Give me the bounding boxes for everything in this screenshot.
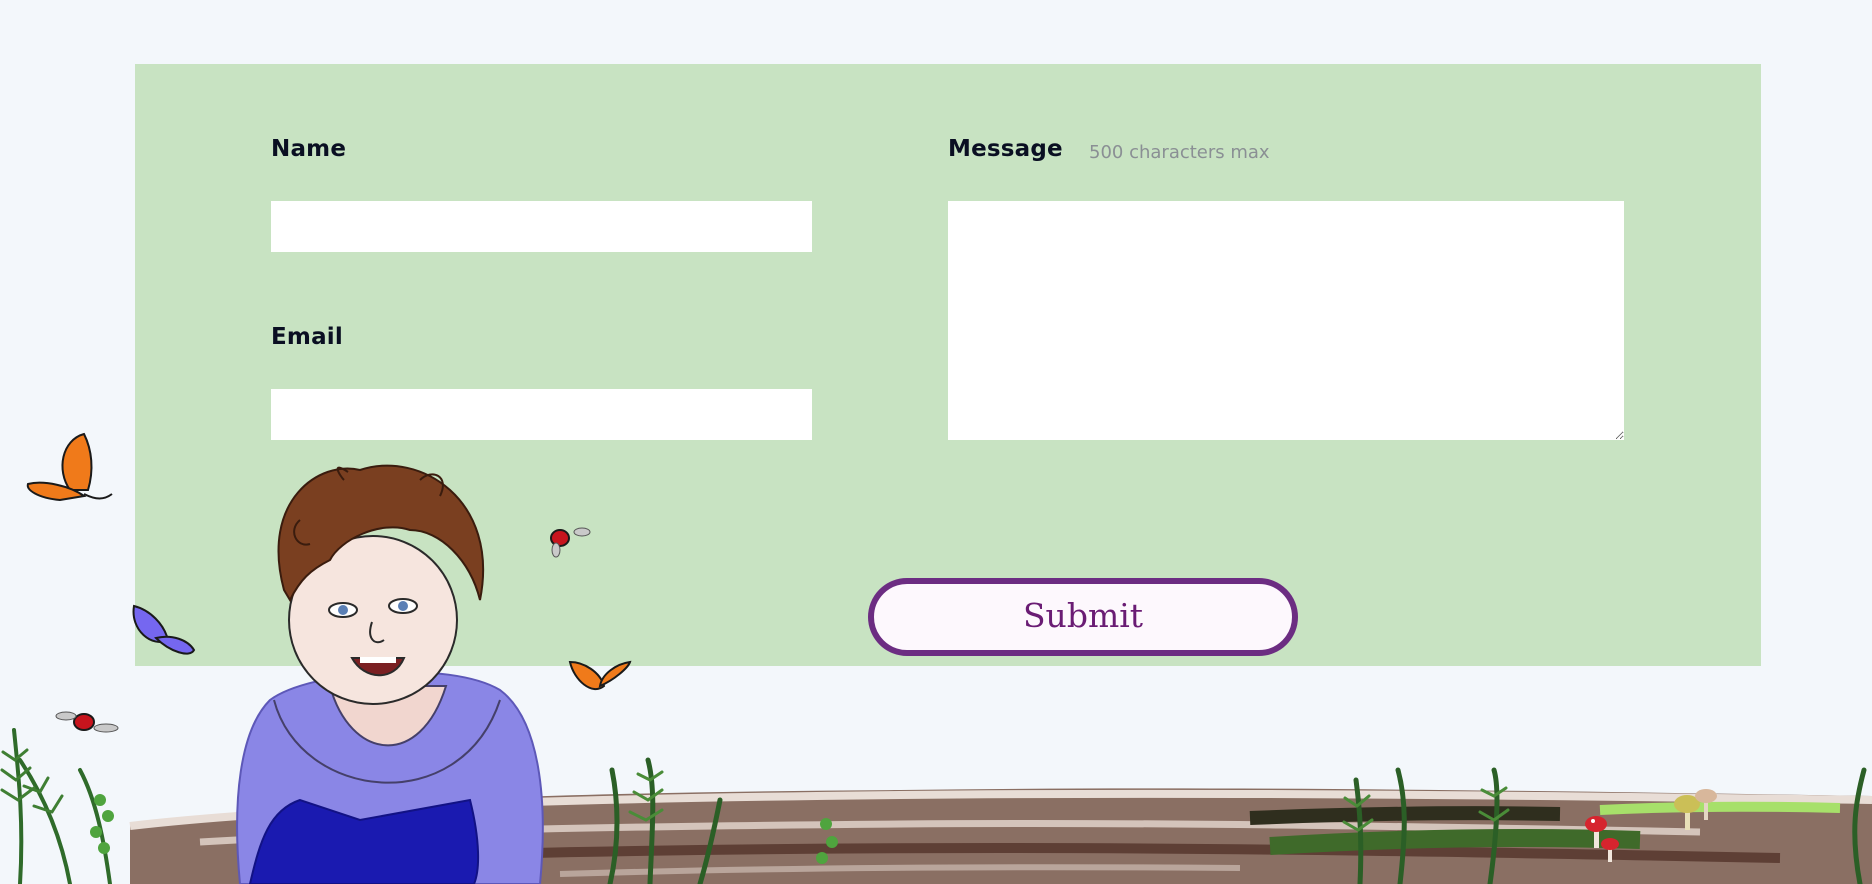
message-label: Message [948, 136, 1063, 162]
log-icon [129, 788, 1872, 884]
ladybug-icon [55, 711, 119, 733]
email-label: Email [271, 324, 343, 350]
name-input[interactable] [271, 201, 812, 252]
butterfly-icon [568, 660, 632, 690]
submit-button[interactable]: Submit [868, 578, 1298, 656]
email-input[interactable] [271, 389, 812, 440]
message-character-limit-hint: 500 characters max [1089, 142, 1270, 163]
name-label: Name [271, 136, 347, 162]
message-textarea[interactable] [948, 201, 1624, 440]
fern-icon [0, 728, 1867, 884]
butterfly-icon [26, 432, 113, 502]
contact-form: Name Email Message 500 characters max Su… [135, 64, 1761, 666]
mushroom-icon [1585, 789, 1717, 862]
